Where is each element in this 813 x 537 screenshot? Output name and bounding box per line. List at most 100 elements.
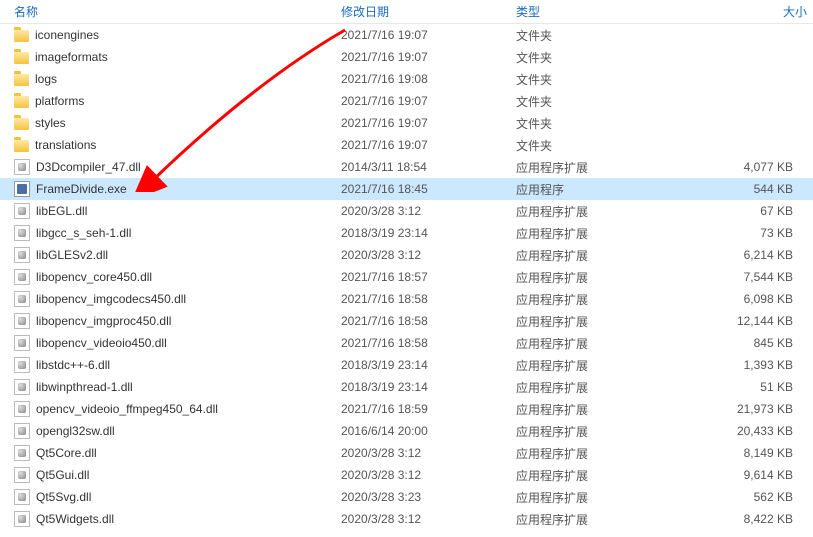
header-date[interactable]: 修改日期 <box>335 1 510 22</box>
file-date: 2021/7/16 18:58 <box>335 312 510 330</box>
file-name-cell: libopencv_core450.dll <box>0 267 335 287</box>
file-row[interactable]: libopencv_imgcodecs450.dll 2021/7/16 18:5… <box>0 288 813 310</box>
file-type: 应用程序扩展 <box>510 421 665 442</box>
file-row[interactable]: platforms2021/7/16 19:07文件夹 <box>0 90 813 112</box>
file-name-cell: FrameDivide.exe <box>0 179 335 199</box>
file-name: libgcc_s_seh-1.dll <box>36 226 131 240</box>
file-date: 2021/7/16 18:45 <box>335 180 510 198</box>
file-size <box>665 77 813 81</box>
file-size: 51 KB <box>665 378 813 396</box>
file-type: 文件夹 <box>510 135 665 156</box>
file-date: 2021/7/16 18:58 <box>335 290 510 308</box>
file-type: 文件夹 <box>510 113 665 134</box>
folder-icon <box>14 30 29 42</box>
file-name-cell: libstdc++-6.dll <box>0 355 335 375</box>
file-name: Qt5Core.dll <box>36 446 97 460</box>
file-type: 文件夹 <box>510 25 665 46</box>
header-size[interactable]: 大小 <box>665 1 813 22</box>
dll-icon <box>14 401 30 417</box>
file-row[interactable]: libgcc_s_seh-1.dll2018/3/19 23:14应用程序扩展7… <box>0 222 813 244</box>
file-row[interactable]: opengl32sw.dll 2016/6/14 20:00应用程序扩展20,43… <box>0 420 813 442</box>
file-date: 2021/7/16 19:07 <box>335 92 510 110</box>
file-type: 应用程序扩展 <box>510 311 665 332</box>
file-row[interactable]: libGLESv2.dll2020/3/28 3:12应用程序扩展6,214 K… <box>0 244 813 266</box>
file-type: 应用程序扩展 <box>510 355 665 376</box>
file-name: imageformats <box>35 50 108 64</box>
file-name-cell: libEGL.dll <box>0 201 335 221</box>
header-type[interactable]: 类型 <box>510 1 665 22</box>
file-row[interactable]: logs2021/7/16 19:08文件夹 <box>0 68 813 90</box>
file-row[interactable]: libopencv_videoio450.dll2021/7/16 18:58应… <box>0 332 813 354</box>
file-row[interactable]: Qt5Widgets.dll2020/3/28 3:12应用程序扩展8,422 … <box>0 508 813 530</box>
file-name: Qt5Svg.dll <box>36 490 91 504</box>
file-row[interactable]: iconengines 2021/7/16 19:07文件夹 <box>0 24 813 46</box>
file-name-cell: translations <box>0 136 335 154</box>
file-name: logs <box>35 72 57 86</box>
file-type: 应用程序扩展 <box>510 377 665 398</box>
file-row[interactable]: translations 2021/7/16 19:07文件夹 <box>0 134 813 156</box>
file-size: 562 KB <box>665 488 813 506</box>
dll-icon <box>14 159 30 175</box>
file-name-cell: libopencv_imgproc450.dll <box>0 311 335 331</box>
file-row[interactable]: libstdc++-6.dll2018/3/19 23:14应用程序扩展1,39… <box>0 354 813 376</box>
file-name-cell: opencv_videoio_ffmpeg450_64.dll <box>0 399 335 419</box>
file-name: FrameDivide.exe <box>36 182 127 196</box>
file-type: 应用程序扩展 <box>510 289 665 310</box>
file-date: 2018/3/19 23:14 <box>335 378 510 396</box>
file-size: 4,077 KB <box>665 158 813 176</box>
file-date: 2021/7/16 19:07 <box>335 114 510 132</box>
file-date: 2020/3/28 3:23 <box>335 488 510 506</box>
file-row[interactable]: libopencv_imgproc450.dll2021/7/16 18:58应… <box>0 310 813 332</box>
file-name: translations <box>35 138 96 152</box>
folder-icon <box>14 96 29 108</box>
file-row[interactable]: libopencv_core450.dll2021/7/16 18:57应用程序… <box>0 266 813 288</box>
file-date: 2021/7/16 19:07 <box>335 26 510 44</box>
dll-icon <box>14 335 30 351</box>
dll-icon <box>14 313 30 329</box>
file-name-cell: opengl32sw.dll <box>0 421 335 441</box>
dll-icon <box>14 467 30 483</box>
file-name: D3Dcompiler_47.dll <box>36 160 141 174</box>
file-size: 20,433 KB <box>665 422 813 440</box>
file-name: libstdc++-6.dll <box>36 358 110 372</box>
file-row[interactable]: Qt5Core.dll2020/3/28 3:12应用程序扩展8,149 KB <box>0 442 813 464</box>
header-name[interactable]: 名称 <box>0 1 335 22</box>
file-name: opengl32sw.dll <box>36 424 115 438</box>
file-row[interactable]: Qt5Gui.dll2020/3/28 3:12应用程序扩展9,614 KB <box>0 464 813 486</box>
file-row[interactable]: opencv_videoio_ffmpeg450_64.dll2021/7/16… <box>0 398 813 420</box>
file-size <box>665 143 813 147</box>
file-row[interactable]: libwinpthread-1.dll2018/3/19 23:14应用程序扩展… <box>0 376 813 398</box>
file-size: 845 KB <box>665 334 813 352</box>
file-date: 2021/7/16 18:58 <box>335 334 510 352</box>
file-size: 6,098 KB <box>665 290 813 308</box>
file-type: 应用程序扩展 <box>510 223 665 244</box>
file-type: 应用程序 <box>510 179 665 200</box>
file-size: 21,973 KB <box>665 400 813 418</box>
file-name-cell: iconengines <box>0 26 335 44</box>
file-size <box>665 55 813 59</box>
folder-icon <box>14 118 29 130</box>
file-row[interactable]: FrameDivide.exe2021/7/16 18:45应用程序544 KB <box>0 178 813 200</box>
file-size <box>665 33 813 37</box>
file-type: 应用程序扩展 <box>510 245 665 266</box>
file-date: 2020/3/28 3:12 <box>335 202 510 220</box>
file-row[interactable]: libEGL.dll2020/3/28 3:12应用程序扩展67 KB <box>0 200 813 222</box>
file-name: Qt5Widgets.dll <box>36 512 114 526</box>
file-row[interactable]: D3Dcompiler_47.dll2014/3/11 18:54应用程序扩展4… <box>0 156 813 178</box>
file-row[interactable]: Qt5Svg.dll2020/3/28 3:23应用程序扩展562 KB <box>0 486 813 508</box>
file-date: 2018/3/19 23:14 <box>335 224 510 242</box>
file-name: libopencv_imgcodecs450.dll <box>36 292 186 306</box>
dll-icon <box>14 423 30 439</box>
file-date: 2020/3/28 3:12 <box>335 466 510 484</box>
dll-icon <box>14 445 30 461</box>
file-date: 2021/7/16 19:07 <box>335 136 510 154</box>
file-name-cell: Qt5Gui.dll <box>0 465 335 485</box>
file-row[interactable]: styles2021/7/16 19:07文件夹 <box>0 112 813 134</box>
file-row[interactable]: imageformats2021/7/16 19:07文件夹 <box>0 46 813 68</box>
file-date: 2016/6/14 20:00 <box>335 422 510 440</box>
file-date: 2021/7/16 18:59 <box>335 400 510 418</box>
file-name: iconengines <box>35 28 99 42</box>
file-date: 2021/7/16 19:08 <box>335 70 510 88</box>
file-name-cell: libwinpthread-1.dll <box>0 377 335 397</box>
file-name: platforms <box>35 94 84 108</box>
